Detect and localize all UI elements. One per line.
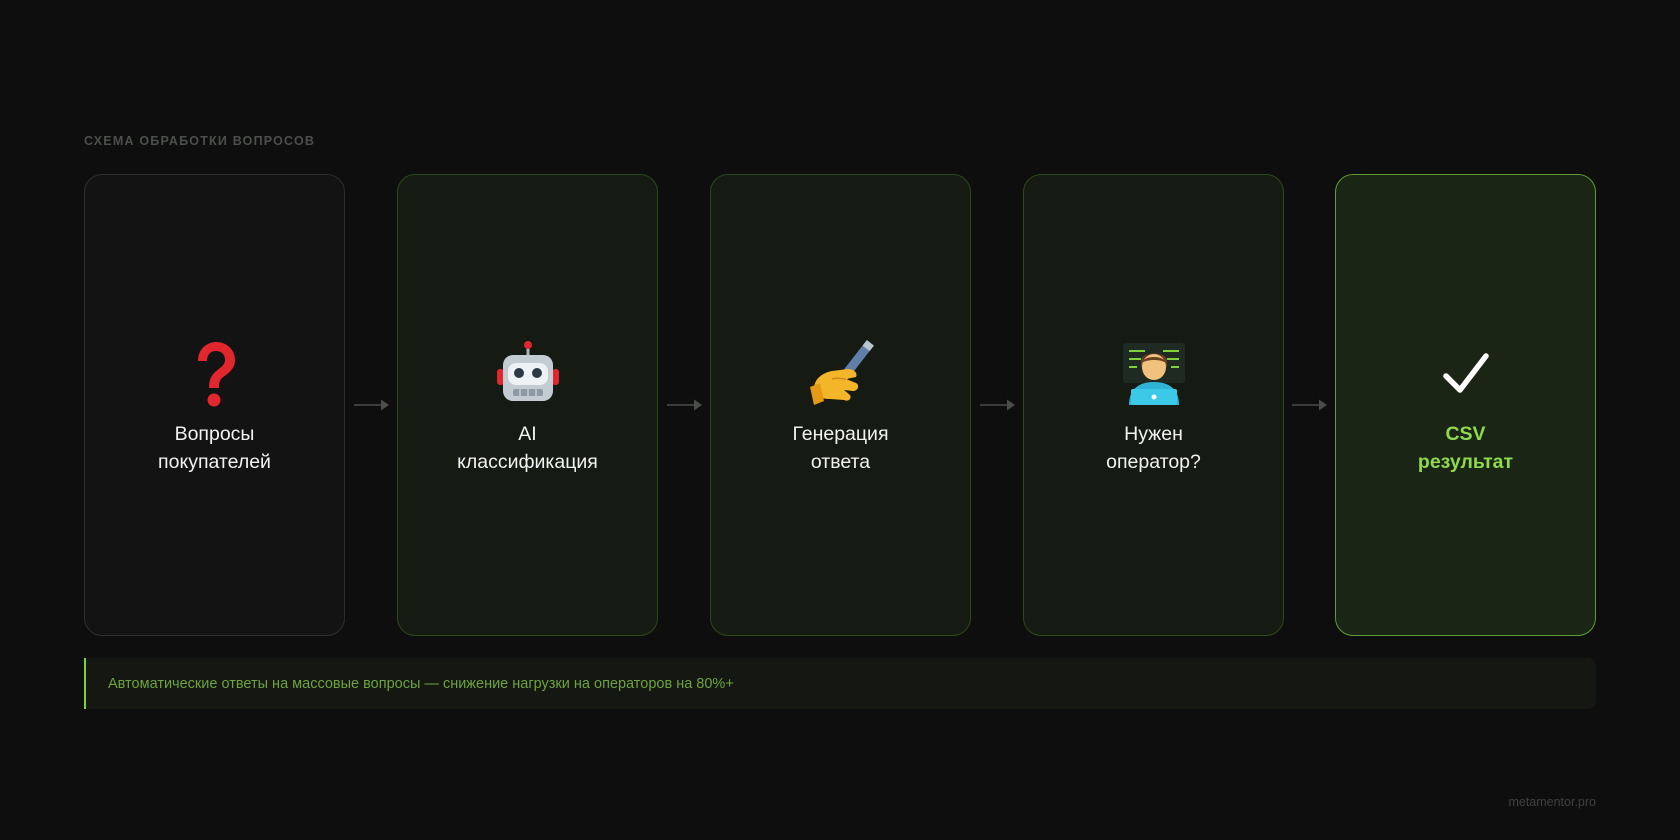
summary-note-text: Автоматические ответы на массовые вопрос… xyxy=(108,675,734,692)
footer-domain: metamentor.pro xyxy=(1508,795,1596,809)
check-mark-icon xyxy=(1426,334,1506,414)
robot-icon xyxy=(488,334,568,414)
step-label: Нужен оператор? xyxy=(1106,423,1201,473)
step-label: CSV результат xyxy=(1417,423,1514,473)
step-card-customer-questions: Вопросы покупателей xyxy=(84,174,345,636)
step-label: Вопросы покупателей xyxy=(158,423,271,473)
step-label: AI классификация xyxy=(457,423,598,473)
arrow-right-icon xyxy=(667,399,702,411)
step-card-operator-needed: Нужен оператор? xyxy=(1023,174,1284,636)
arrow-right-icon xyxy=(1292,399,1327,411)
step-card-answer-generation: Генерация ответа xyxy=(710,174,971,636)
process-flow: Вопросы покупателей AI классификация Ген… xyxy=(84,174,1596,636)
arrow-right-icon xyxy=(354,399,389,411)
step-card-csv-result: CSV результат xyxy=(1335,174,1596,636)
writing-hand-icon xyxy=(801,334,881,414)
section-title: СХЕМА ОБРАБОТКИ ВОПРОСОВ xyxy=(84,134,316,148)
technologist-icon xyxy=(1114,334,1194,414)
arrow-right-icon xyxy=(980,399,1015,411)
summary-note: Автоматические ответы на массовые вопрос… xyxy=(84,658,1596,709)
step-card-ai-classification: AI классификация xyxy=(397,174,658,636)
step-label: Генерация ответа xyxy=(792,423,889,473)
question-mark-icon xyxy=(175,334,255,414)
